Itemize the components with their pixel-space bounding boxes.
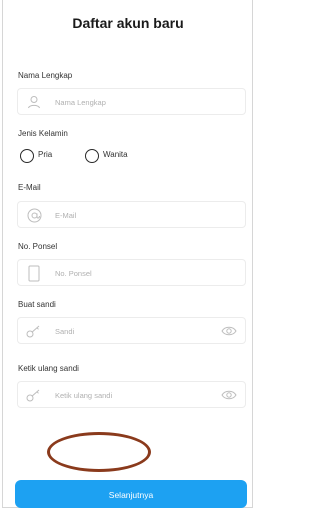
password-placeholder: Sandi [55, 327, 75, 336]
name-field[interactable]: Nama Lengkap [17, 88, 246, 115]
name-label: Nama Lengkap [18, 71, 73, 80]
eye-icon[interactable] [221, 324, 237, 338]
next-button[interactable]: Selanjutnya [15, 480, 247, 508]
key-icon [26, 323, 42, 339]
annotation-circle [47, 432, 151, 472]
gender-label: Jenis Kelamin [18, 129, 68, 138]
email-placeholder: E-Mail [55, 211, 77, 220]
page-title: Daftar akun baru [72, 15, 184, 31]
password-field[interactable]: Sandi [17, 317, 246, 344]
eye-icon[interactable] [221, 388, 237, 402]
radio-pria-label[interactable]: Pria [38, 150, 52, 159]
user-icon [26, 94, 42, 110]
key-icon [26, 387, 42, 403]
phone-label: No. Ponsel [18, 242, 58, 251]
radio-wanita-label[interactable]: Wanita [103, 150, 128, 159]
phone-placeholder: No. Ponsel [55, 269, 92, 278]
confirm-password-label: Ketik ulang sandi [18, 364, 79, 373]
at-icon [26, 207, 42, 223]
password-label: Buat sandi [18, 300, 56, 309]
confirm-password-placeholder: Ketik ulang sandi [55, 391, 113, 400]
email-field[interactable]: E-Mail [17, 201, 246, 228]
radio-pria[interactable] [20, 149, 34, 163]
email-label: E-Mail [18, 183, 41, 192]
confirm-password-field[interactable]: Ketik ulang sandi [17, 381, 246, 408]
radio-wanita[interactable] [85, 149, 99, 163]
name-placeholder: Nama Lengkap [55, 98, 106, 107]
phone-field[interactable]: No. Ponsel [17, 259, 246, 286]
phone-icon [26, 265, 42, 281]
